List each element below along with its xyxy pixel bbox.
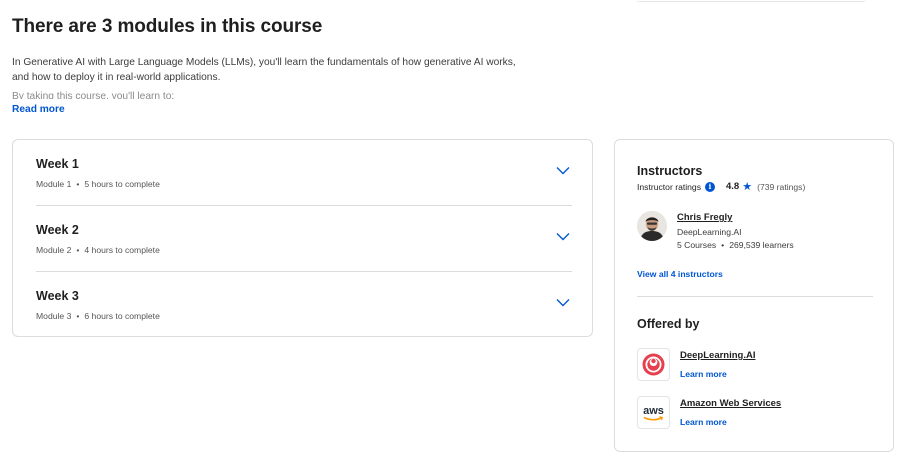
module-meta: Module 2 • 4 hours to complete bbox=[36, 245, 160, 255]
star-icon: ★ bbox=[742, 180, 753, 193]
deeplearning-ai-logo[interactable] bbox=[637, 348, 670, 381]
ratings-label: Instructor ratings bbox=[637, 181, 701, 192]
instructors-title: Instructors bbox=[637, 164, 703, 178]
divider bbox=[637, 296, 873, 297]
module-duration: 6 hours to complete bbox=[84, 311, 160, 321]
separator-dot: • bbox=[721, 240, 725, 250]
offered-by-title: Offered by bbox=[637, 317, 700, 331]
module-meta: Module 1 • 5 hours to complete bbox=[36, 179, 160, 189]
instructor-ratings: Instructor ratings i 4.8 ★ (739 ratings) bbox=[637, 181, 805, 192]
avatar[interactable] bbox=[637, 211, 667, 241]
instructor-stats: 5 Courses • 269,539 learners bbox=[677, 240, 794, 250]
separator-dot: • bbox=[76, 311, 80, 321]
module-label: Module 1 bbox=[36, 179, 72, 189]
offered-by-deeplearning-link[interactable]: DeepLearning.AI bbox=[680, 350, 756, 361]
learn-more-aws-link[interactable]: Learn more bbox=[680, 417, 727, 427]
rating-value: 4.8 bbox=[726, 181, 740, 192]
module-title: Week 1 bbox=[36, 157, 79, 171]
module-row-week-3[interactable]: Week 3 Module 3 • 6 hours to complete bbox=[36, 272, 572, 338]
view-all-instructors-link[interactable]: View all 4 instructors bbox=[637, 269, 723, 279]
top-card-edge bbox=[636, 0, 866, 2]
aws-logo-text: aws bbox=[643, 405, 664, 417]
instructor-learners: 269,539 learners bbox=[729, 240, 794, 250]
module-title: Week 2 bbox=[36, 223, 79, 237]
aws-logo[interactable]: aws bbox=[637, 396, 670, 429]
chevron-down-icon[interactable] bbox=[556, 166, 570, 175]
module-title: Week 3 bbox=[36, 289, 79, 303]
instructors-card: Instructors Instructor ratings i 4.8 ★ (… bbox=[614, 139, 894, 452]
modules-accordion: Week 1 Module 1 • 5 hours to complete Week… bbox=[12, 139, 593, 337]
separator-dot: • bbox=[76, 245, 80, 255]
info-icon[interactable]: i bbox=[705, 181, 715, 192]
module-label: Module 2 bbox=[36, 245, 72, 255]
instructor-org: DeepLearning.AI bbox=[677, 227, 742, 237]
chevron-down-icon[interactable] bbox=[556, 232, 570, 241]
separator-dot: • bbox=[76, 179, 80, 189]
instructor-courses: 5 Courses bbox=[677, 240, 717, 250]
module-duration: 5 hours to complete bbox=[84, 179, 160, 189]
chevron-down-icon[interactable] bbox=[556, 298, 570, 307]
instructor-name-link[interactable]: Chris Fregly bbox=[677, 212, 732, 223]
offered-by-aws-link[interactable]: Amazon Web Services bbox=[680, 398, 781, 409]
module-duration: 4 hours to complete bbox=[84, 245, 160, 255]
rating-count: (739 ratings) bbox=[757, 181, 806, 192]
course-description: In Generative AI with Large Language Mod… bbox=[12, 57, 516, 83]
read-more-link[interactable]: Read more bbox=[12, 104, 65, 115]
module-label: Module 3 bbox=[36, 311, 72, 321]
learn-more-deeplearning-link[interactable]: Learn more bbox=[680, 369, 727, 379]
page-title: There are 3 modules in this course bbox=[12, 16, 323, 37]
module-row-week-1[interactable]: Week 1 Module 1 • 5 hours to complete bbox=[36, 140, 572, 206]
course-description-faded: By taking this course, you'll learn to: bbox=[12, 91, 175, 99]
module-row-week-2[interactable]: Week 2 Module 2 • 4 hours to complete bbox=[36, 206, 572, 272]
module-meta: Module 3 • 6 hours to complete bbox=[36, 311, 160, 321]
